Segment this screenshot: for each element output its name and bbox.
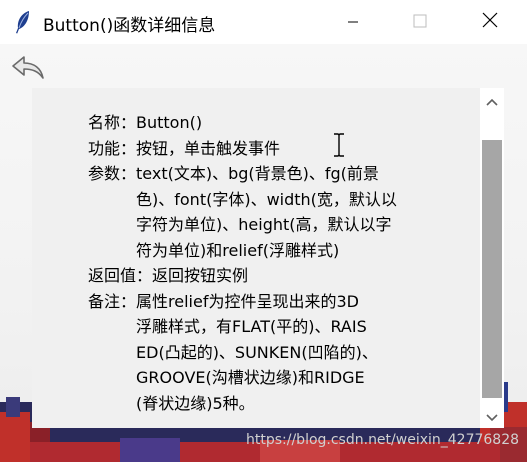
params-line: 色)、font(字体)、width(宽，默认以	[136, 189, 397, 209]
app-window: Button()函数详细信息 名称： Button() 功能： 按钮，单击触发事…	[0, 0, 527, 462]
params-value: text(文本)、bg(背景色)、fg(前景 色)、font(字体)、width…	[136, 161, 397, 263]
name-label: 名称：	[88, 113, 137, 132]
message-panel: 名称： Button() 功能： 按钮，单击触发事件 参数： text(文本)、…	[32, 88, 480, 428]
window-title: Button()函数详细信息	[43, 16, 216, 36]
function-value: 按钮，单击触发事件	[136, 138, 281, 158]
note-line: GROOVE(沟槽状边缘)和RIDGE	[136, 368, 365, 387]
params-line: 符为单位)和relief(浮雕样式)	[136, 240, 340, 260]
params-line: 字符为单位)、height(高，默认以字	[136, 215, 392, 234]
text-cursor-icon	[330, 132, 348, 158]
params-label: 参数：	[88, 164, 137, 183]
scroll-down-button[interactable]	[480, 404, 504, 428]
feather-icon	[14, 10, 32, 34]
note-value: 属性relief为控件呈现出来的3D 浮雕样式，有FLAT(平的)、RAIS E…	[136, 289, 378, 417]
note-line: ED(凸起的)、SUNKEN(凹陷的)、	[136, 342, 378, 362]
note-row: 备注： 属性relief为控件呈现出来的3D 浮雕样式，有FLAT(平的)、RA…	[88, 289, 397, 417]
note-line: (脊状边缘)5种。	[136, 393, 255, 413]
chevron-down-icon	[486, 407, 498, 426]
back-button[interactable]	[10, 54, 46, 82]
back-arrow-icon	[10, 56, 46, 86]
name-row: 名称： Button()	[88, 110, 397, 136]
return-row: 返回值： 返回按钮实例	[88, 263, 397, 289]
name-value: Button()	[136, 113, 203, 132]
watermark-text: https://blog.csdn.net/weixin_42776828	[246, 432, 520, 448]
info-text: 名称： Button() 功能： 按钮，单击触发事件 参数： text(文本)、…	[88, 110, 397, 416]
params-line: text(文本)、bg(背景色)、fg(前景	[136, 164, 379, 183]
minimize-icon	[347, 13, 359, 32]
maximize-icon	[413, 13, 427, 32]
chevron-up-icon	[486, 91, 498, 110]
maximize-button[interactable]	[397, 0, 443, 44]
vertical-scrollbar[interactable]	[480, 88, 504, 428]
function-row: 功能： 按钮，单击触发事件	[88, 136, 397, 162]
params-row: 参数： text(文本)、bg(背景色)、fg(前景 色)、font(字体)、w…	[88, 161, 397, 263]
scroll-thumb[interactable]	[482, 140, 502, 398]
note-line: 属性relief为控件呈现出来的3D	[136, 291, 359, 311]
scroll-up-button[interactable]	[480, 88, 504, 112]
title-bar[interactable]: Button()函数详细信息	[0, 0, 527, 44]
close-icon	[482, 12, 498, 32]
close-button[interactable]	[467, 0, 513, 44]
note-line: 浮雕样式，有FLAT(平的)、RAIS	[136, 317, 367, 336]
note-label: 备注：	[88, 291, 137, 311]
function-label: 功能：	[88, 138, 137, 158]
return-value: 返回按钮实例	[152, 266, 249, 285]
return-label: 返回值：	[88, 266, 153, 285]
minimize-button[interactable]	[330, 0, 376, 44]
